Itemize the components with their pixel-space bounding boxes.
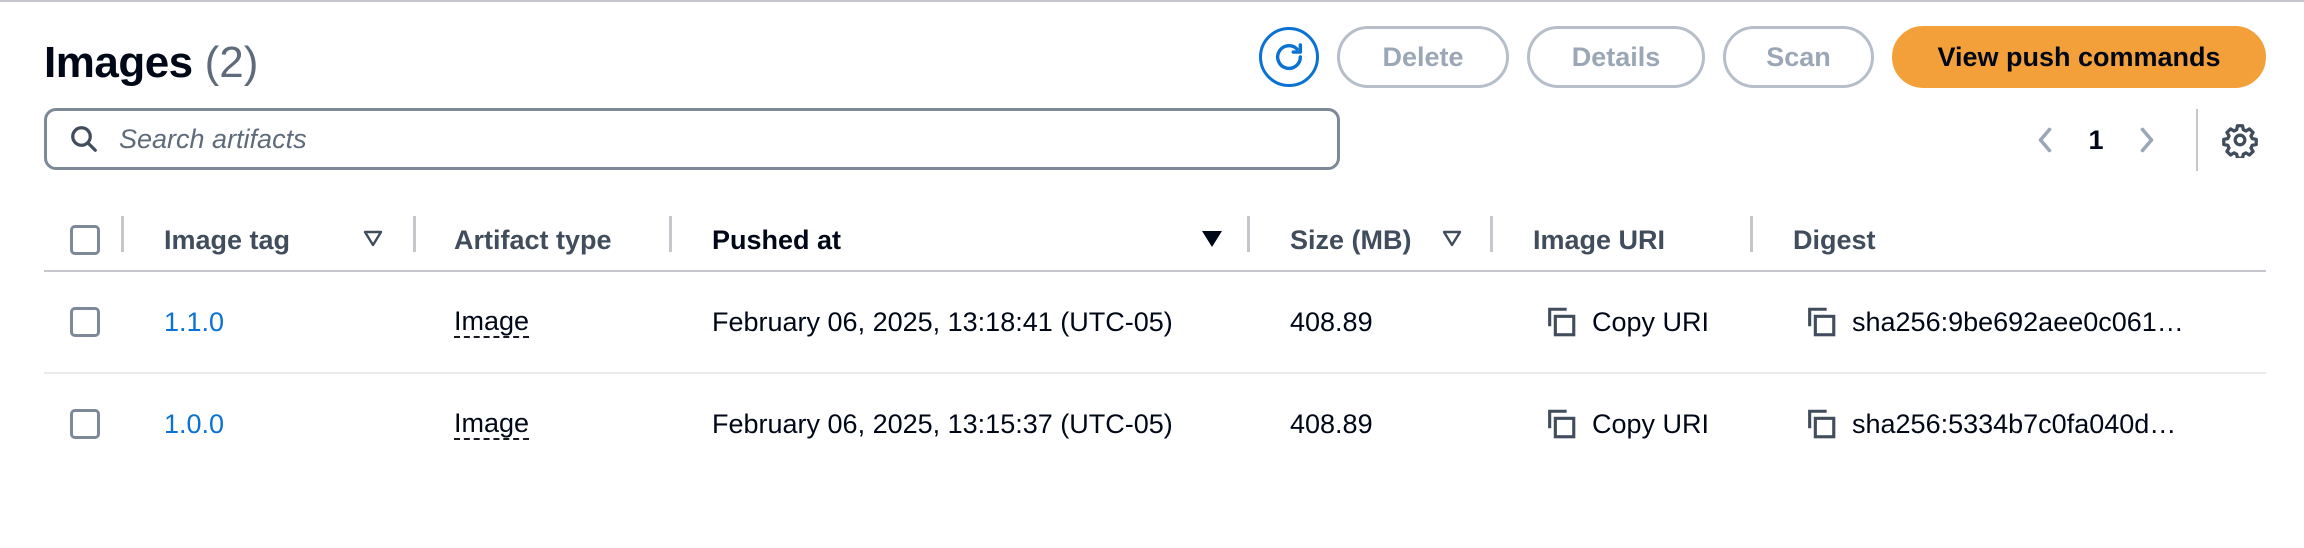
column-divider: [1750, 216, 1753, 252]
copy-icon: [1808, 409, 1836, 439]
row-checkbox[interactable]: [70, 409, 100, 439]
artifact-type-label[interactable]: Image: [454, 408, 530, 440]
search-input[interactable]: [117, 122, 1271, 156]
chevron-right-icon: [2140, 127, 2154, 153]
refresh-button[interactable]: [1259, 27, 1319, 87]
chevron-left-icon: [2038, 127, 2052, 153]
search-icon: [69, 124, 99, 154]
copy-icon: [1548, 409, 1576, 439]
row-checkbox[interactable]: [70, 307, 100, 337]
size-value: 408.89: [1290, 408, 1373, 439]
table-row: 1.1.0 Image February 06, 2025, 13:18:41 …: [44, 272, 2266, 374]
column-divider: [669, 216, 672, 252]
image-tag-link[interactable]: 1.1.0: [164, 307, 224, 338]
settings-gear-icon: [2222, 124, 2258, 158]
previous-page-button[interactable]: [2022, 125, 2068, 155]
column-divider: [413, 216, 416, 252]
sort-descending-icon[interactable]: [1201, 230, 1223, 248]
sort-icon[interactable]: [363, 230, 383, 248]
copy-digest-button[interactable]: sha256:9be692aee0c061…: [1804, 305, 2184, 339]
next-page-button[interactable]: [2124, 125, 2170, 155]
digest-value: sha256:9be692aee0c061…: [1852, 306, 2184, 337]
column-divider: [121, 216, 124, 252]
images-table: Image tag Artifact type Pushed at Size (…: [44, 210, 2266, 474]
copy-uri-button[interactable]: Copy URI: [1544, 305, 1709, 339]
action-toolbar: Delete Details Scan View push commands: [1259, 26, 2266, 88]
search-box[interactable]: [44, 108, 1340, 170]
column-header-image-tag[interactable]: Image tag: [164, 210, 290, 270]
refresh-icon: [1275, 43, 1303, 70]
column-divider: [1490, 216, 1493, 252]
digest-value: sha256:5334b7c0fa040d…: [1852, 408, 2177, 439]
image-count: (2): [204, 38, 259, 87]
details-button[interactable]: Details: [1527, 26, 1705, 88]
image-tag-link[interactable]: 1.0.0: [164, 409, 224, 440]
copy-uri-label: Copy URI: [1592, 408, 1710, 439]
preferences-button[interactable]: [2222, 122, 2258, 158]
pager-divider: [2196, 109, 2198, 171]
size-value: 408.89: [1290, 306, 1373, 337]
copy-uri-label: Copy URI: [1592, 306, 1710, 337]
pushed-at-value: February 06, 2025, 13:15:37 (UTC-05): [712, 408, 1173, 439]
artifact-type-label[interactable]: Image: [454, 306, 530, 338]
column-divider: [1247, 216, 1250, 252]
scan-button[interactable]: Scan: [1723, 26, 1874, 88]
select-all-checkbox[interactable]: [70, 225, 100, 255]
pushed-at-value: February 06, 2025, 13:18:41 (UTC-05): [712, 306, 1173, 337]
sort-icon[interactable]: [1442, 230, 1462, 248]
column-header-digest: Digest: [1793, 224, 1876, 255]
copy-digest-button[interactable]: sha256:5334b7c0fa040d…: [1804, 407, 2176, 441]
page-header: Images (2): [44, 32, 258, 94]
copy-uri-button[interactable]: Copy URI: [1544, 407, 1709, 441]
column-header-size[interactable]: Size (MB): [1290, 210, 1412, 270]
column-header-pushed-at[interactable]: Pushed at: [712, 210, 841, 270]
view-push-commands-button[interactable]: View push commands: [1892, 26, 2266, 88]
select-all-cell: [70, 210, 100, 270]
delete-button[interactable]: Delete: [1337, 26, 1509, 88]
pagination: 1: [2022, 109, 2258, 171]
page-title: Images: [44, 38, 193, 87]
table-row: 1.0.0 Image February 06, 2025, 13:15:37 …: [44, 374, 2266, 474]
column-header-artifact-type: Artifact type: [454, 224, 612, 255]
column-header-image-uri: Image URI: [1533, 224, 1666, 255]
copy-icon: [1808, 307, 1836, 337]
current-page-number[interactable]: 1: [2068, 125, 2124, 156]
table-header: Image tag Artifact type Pushed at Size (…: [44, 210, 2266, 272]
copy-icon: [1548, 307, 1576, 337]
